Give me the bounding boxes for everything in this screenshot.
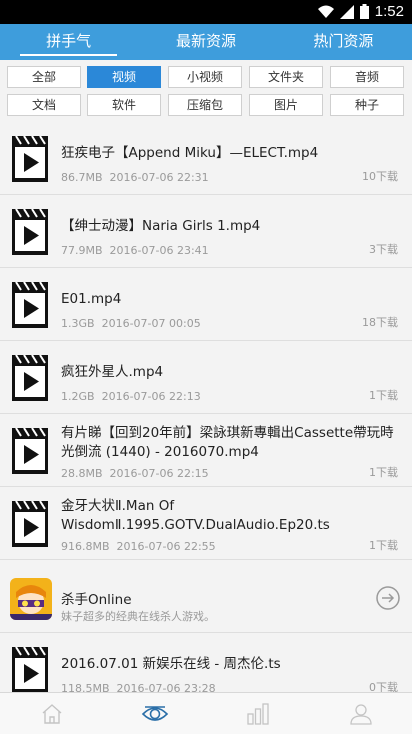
item-meta: 86.7MB 2016-07-06 22:31 — [61, 171, 209, 184]
top-tabbar: 拼手气 最新资源 热门资源 — [0, 24, 412, 60]
list-item[interactable]: 【绅士动漫】Naria Girls 1.mp4 77.9MB 2016-07-0… — [0, 195, 412, 267]
item-downloads: 3下载 — [369, 243, 398, 256]
item-size: 1.3GB — [61, 317, 95, 330]
item-title: 疯狂外星人.mp4 — [61, 364, 164, 380]
item-size: 28.8MB — [61, 467, 103, 480]
filter-torrent[interactable]: 种子 — [330, 94, 404, 116]
nav-profile[interactable] — [309, 693, 412, 734]
chart-icon — [246, 702, 269, 725]
item-meta: 1.3GB 2016-07-07 00:05 — [61, 317, 201, 330]
item-title: 金牙大状Ⅱ.Man Of WisdomⅡ.1995.GOTV.DualAudio… — [61, 498, 330, 533]
tab-latest[interactable]: 最新资源 — [137, 24, 274, 60]
item-date: 2016-07-06 22:15 — [109, 467, 209, 480]
bottom-nav — [0, 692, 412, 734]
tab-lucky[interactable]: 拼手气 — [0, 24, 137, 60]
list-item[interactable]: 疯狂外星人.mp4 1.2GB 2016-07-06 22:13 1下载 — [0, 341, 412, 413]
user-icon — [349, 703, 372, 725]
item-size: 86.7MB — [61, 171, 103, 184]
tab-label: 热门资源 — [313, 32, 374, 50]
item-size: 118.5MB — [61, 682, 110, 692]
nav-home[interactable] — [0, 693, 103, 734]
item-date: 2016-07-07 00:05 — [101, 317, 201, 330]
item-downloads: 1下载 — [369, 389, 398, 402]
video-file-icon — [12, 501, 48, 547]
video-file-icon — [12, 647, 48, 692]
item-downloads: 1下载 — [369, 539, 398, 552]
signal-icon — [339, 4, 354, 19]
filter-image[interactable]: 图片 — [249, 94, 323, 116]
list-item[interactable]: 狂疾电子【Append Miku】—ELECT.mp4 86.7MB 2016-… — [0, 122, 412, 194]
item-meta: 118.5MB 2016-07-06 23:28 — [61, 682, 216, 692]
list-item[interactable]: 金牙大状Ⅱ.Man Of WisdomⅡ.1995.GOTV.DualAudio… — [0, 487, 412, 559]
item-meta: 77.9MB 2016-07-06 23:41 — [61, 244, 209, 257]
tab-label: 拼手气 — [46, 32, 92, 50]
item-date: 2016-07-06 23:41 — [109, 244, 209, 257]
filter-all[interactable]: 全部 — [7, 66, 81, 88]
resource-list: 狂疾电子【Append Miku】—ELECT.mp4 86.7MB 2016-… — [0, 122, 412, 692]
status-bar: 1:52 — [0, 0, 412, 24]
item-downloads: 1下载 — [369, 466, 398, 479]
video-file-icon — [12, 136, 48, 182]
battery-icon — [359, 4, 369, 19]
tab-hot[interactable]: 热门资源 — [275, 24, 412, 60]
nav-ranking[interactable] — [206, 693, 309, 734]
filter-software[interactable]: 软件 — [87, 94, 161, 116]
ad-description: 妹子超多的经典在线杀人游戏。 — [61, 610, 215, 623]
video-file-icon — [12, 428, 48, 474]
filter-panel: 全部 视频 小视频 文件夹 音频 文档 软件 压缩包 图片 种子 — [0, 60, 412, 122]
tab-label: 最新资源 — [175, 32, 236, 50]
eye-icon — [141, 705, 168, 721]
item-downloads: 0下载 — [369, 681, 398, 692]
item-size: 77.9MB — [61, 244, 103, 257]
item-title: E01.mp4 — [61, 291, 122, 307]
list-item[interactable]: E01.mp4 1.3GB 2016-07-07 00:05 18下载 — [0, 268, 412, 340]
item-downloads: 18下载 — [362, 316, 398, 329]
item-meta: 916.8MB 2016-07-06 22:55 — [61, 540, 216, 553]
item-meta: 1.2GB 2016-07-06 22:13 — [61, 390, 201, 403]
video-file-icon — [12, 209, 48, 255]
ad-item[interactable]: 杀手Online 妹子超多的经典在线杀人游戏。 — [0, 560, 412, 632]
item-date: 2016-07-06 22:31 — [109, 171, 209, 184]
item-downloads: 10下载 — [362, 170, 398, 183]
item-title: 狂疾电子【Append Miku】—ELECT.mp4 — [61, 145, 319, 161]
wifi-icon — [317, 5, 334, 18]
filter-document[interactable]: 文档 — [7, 94, 81, 116]
item-title: 有片睇【回到20年前】梁詠琪新專輯出Cassette帶玩時光倒流 (1440) … — [61, 425, 394, 460]
item-title: 2016.07.01 新娱乐在线 - 周杰伦.ts — [61, 656, 281, 672]
filter-folder[interactable]: 文件夹 — [249, 66, 323, 88]
clock: 1:52 — [374, 3, 404, 20]
filter-audio[interactable]: 音频 — [330, 66, 404, 88]
item-date: 2016-07-06 22:55 — [116, 540, 216, 553]
filter-archive[interactable]: 压缩包 — [168, 94, 242, 116]
video-file-icon — [12, 355, 48, 401]
item-date: 2016-07-06 22:13 — [101, 390, 201, 403]
filter-short-video[interactable]: 小视频 — [168, 66, 242, 88]
home-icon — [42, 703, 61, 724]
video-file-icon — [12, 282, 48, 328]
ad-title: 杀手Online — [61, 592, 132, 608]
item-size: 1.2GB — [61, 390, 95, 403]
list-item[interactable]: 2016.07.01 新娱乐在线 - 周杰伦.ts 118.5MB 2016-0… — [0, 633, 412, 692]
list-item[interactable]: 有片睇【回到20年前】梁詠琪新專輯出Cassette帶玩時光倒流 (1440) … — [0, 414, 412, 486]
item-size: 916.8MB — [61, 540, 110, 553]
filter-video[interactable]: 视频 — [87, 66, 161, 88]
nav-discover[interactable] — [103, 693, 206, 734]
arrow-right-circle-icon[interactable] — [376, 586, 400, 610]
game-avatar-icon — [10, 578, 52, 620]
item-title: 【绅士动漫】Naria Girls 1.mp4 — [61, 218, 261, 234]
item-meta: 28.8MB 2016-07-06 22:15 — [61, 467, 209, 480]
item-date: 2016-07-06 23:28 — [116, 682, 216, 692]
status-icons: 1:52 — [317, 3, 404, 20]
